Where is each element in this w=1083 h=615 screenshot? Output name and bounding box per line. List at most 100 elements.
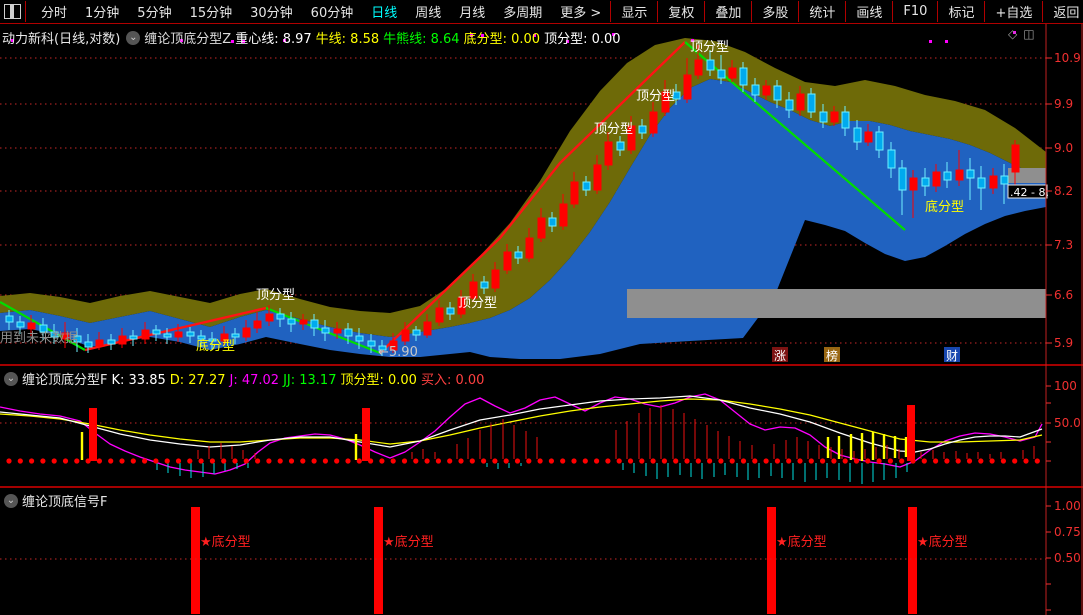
zero-dot (356, 458, 362, 464)
candle (265, 313, 274, 322)
zero-dot (221, 458, 227, 464)
signal-dot (945, 40, 948, 43)
chevron-down-icon[interactable]: ⌄ (126, 30, 141, 45)
divider (25, 1, 26, 22)
candle (95, 339, 104, 347)
candle (401, 329, 410, 342)
signal-label: ★底分型 (776, 534, 827, 550)
menu-item-30分钟[interactable]: 30分钟 (241, 2, 302, 21)
zero-dot (198, 458, 204, 464)
menu-item-60分钟[interactable]: 60分钟 (302, 2, 363, 21)
zero-dot (797, 458, 803, 464)
toolbar-button-标记[interactable]: 标记 (937, 1, 984, 22)
zero-dot (119, 458, 125, 464)
zero-dot (232, 458, 238, 464)
zero-dot (17, 458, 23, 464)
menu-item-日线[interactable]: 日线 (362, 2, 406, 21)
menu-item-多周期[interactable]: 多周期 (494, 2, 551, 21)
zero-dot (966, 458, 973, 464)
candle (174, 331, 183, 338)
candle (253, 320, 262, 329)
candle (570, 181, 579, 205)
candle (739, 67, 748, 86)
menu-item-分时[interactable]: 分时 (32, 2, 76, 21)
toolbar-button-F10[interactable]: F10 (892, 1, 937, 22)
candle (1011, 144, 1020, 173)
collapse-icon[interactable]: ⌄ (4, 371, 18, 386)
candle (853, 127, 862, 143)
zero-dot (447, 458, 453, 464)
zero-dot (989, 458, 995, 464)
toolbar-button-叠加[interactable]: 叠加 (704, 1, 751, 22)
watermark-char: 财 (946, 349, 958, 363)
toolbar-button-多股[interactable]: 多股 (751, 1, 798, 22)
signal-label: ★底分型 (383, 534, 434, 550)
indicator-name[interactable]: 缠论顶底分型Z (144, 28, 231, 47)
toolbar-button-统计[interactable]: 统计 (798, 1, 845, 22)
signal-bar (89, 408, 97, 461)
value-readout: 买入: 0.00 (420, 373, 485, 388)
axis-label: 1.00 (1054, 499, 1081, 513)
candle (649, 111, 658, 134)
toolbar-button-返回[interactable]: 返回 (1042, 1, 1083, 22)
zero-dot (469, 458, 475, 464)
value-readout: 顶分型: 0.00 (340, 373, 417, 388)
zero-dot (6, 458, 12, 464)
menu-item-15分钟[interactable]: 15分钟 (181, 2, 242, 21)
pane3-indicator-name[interactable]: 缠论顶底信号F (22, 491, 107, 510)
axis-label: 9.9 (1054, 97, 1073, 111)
value-readout: 牛熊线: 8.64 (383, 32, 460, 47)
axis-label: 7.3 (1054, 238, 1073, 252)
zero-dot (1034, 458, 1040, 464)
zero-dot (707, 458, 713, 464)
axis-label: 5.9 (1054, 336, 1073, 350)
menu-item-更多 >[interactable]: 更多 > (551, 2, 610, 21)
candle (537, 217, 546, 239)
zero-dot (933, 458, 939, 464)
zero-dot (130, 458, 136, 464)
candle (355, 335, 364, 342)
toolbar-button-显示[interactable]: 显示 (610, 1, 657, 22)
zero-dot (876, 458, 882, 464)
candle (559, 203, 568, 227)
axis-label: 100 (1054, 379, 1077, 393)
value-readout: JJ: 13.17 (283, 373, 337, 388)
chart-canvas[interactable]: 顶分型顶分型顶分型顶分型顶分型底分型底分型用到未来数据←5.90.42 - 8.… (0, 23, 1083, 615)
menu-item-1分钟[interactable]: 1分钟 (76, 2, 128, 21)
split-window-icon[interactable] (4, 4, 21, 19)
zero-dot (142, 458, 148, 464)
toolbar-button-画线[interactable]: 画线 (845, 1, 892, 22)
pane2-indicator-name[interactable]: 缠论顶底分型F (22, 369, 107, 388)
axis-label: 50.0 (1054, 416, 1081, 430)
signal-bar (362, 408, 370, 461)
zero-dot (831, 458, 837, 464)
candle (785, 99, 794, 111)
zero-dot (661, 458, 668, 464)
candle (321, 327, 330, 334)
fractal-label: 顶分型 (690, 40, 729, 55)
fractal-label: 底分型 (196, 338, 235, 354)
zero-dot (763, 458, 769, 464)
signal-dot (929, 40, 932, 43)
zero-dot (684, 458, 690, 464)
zero-dot (96, 458, 102, 464)
toolbar-button-复权[interactable]: 复权 (657, 1, 704, 22)
signal-bar (908, 507, 917, 614)
zero-dot (673, 458, 679, 464)
toolbar-button-+自选[interactable]: +自选 (984, 1, 1042, 22)
zero-dot (51, 458, 57, 464)
menu-item-周线[interactable]: 周线 (406, 2, 450, 21)
candle (751, 84, 760, 96)
menu-item-5分钟[interactable]: 5分钟 (128, 2, 180, 21)
candle (423, 321, 432, 336)
menu-item-月线[interactable]: 月线 (450, 2, 494, 21)
zero-dot (594, 458, 600, 464)
candle (807, 93, 816, 113)
zero-dot (548, 458, 555, 464)
diamond-icon[interactable]: ◇ (1008, 27, 1017, 41)
candle (435, 307, 444, 323)
window-icon[interactable]: ◫ (1023, 27, 1034, 41)
collapse-icon[interactable]: ⌄ (4, 493, 18, 508)
zero-dot (492, 458, 498, 464)
zero-dot (266, 458, 272, 464)
